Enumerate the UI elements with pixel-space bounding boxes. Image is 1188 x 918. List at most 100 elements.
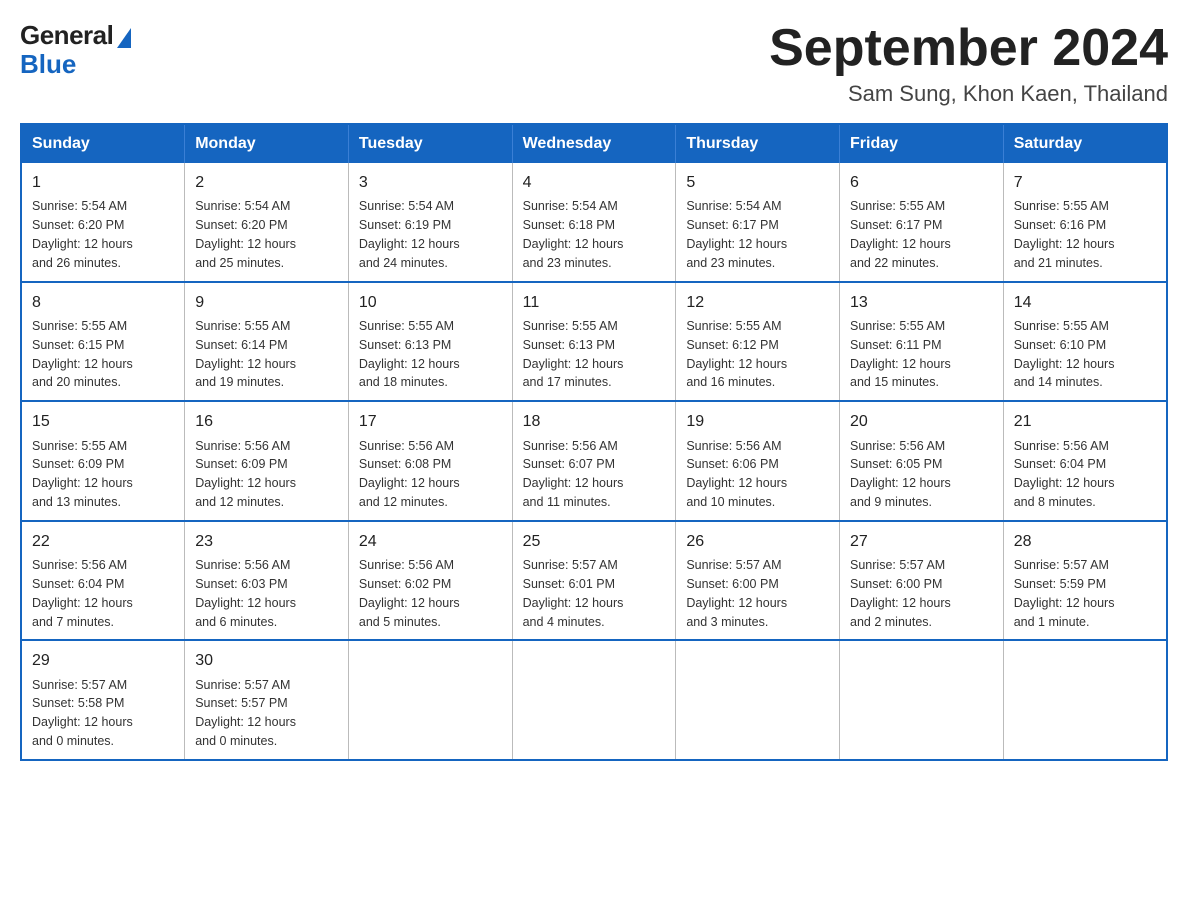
day-info: Sunrise: 5:56 AMSunset: 6:03 PMDaylight:… [195, 558, 296, 629]
day-info: Sunrise: 5:56 AMSunset: 6:04 PMDaylight:… [32, 558, 133, 629]
day-info: Sunrise: 5:55 AMSunset: 6:17 PMDaylight:… [850, 199, 951, 270]
day-number: 20 [850, 410, 993, 433]
day-info: Sunrise: 5:56 AMSunset: 6:04 PMDaylight:… [1014, 439, 1115, 510]
week-row-1: 1 Sunrise: 5:54 AMSunset: 6:20 PMDayligh… [21, 163, 1167, 282]
day-number: 19 [686, 410, 829, 433]
day-info: Sunrise: 5:54 AMSunset: 6:20 PMDaylight:… [32, 199, 133, 270]
day-number: 10 [359, 291, 502, 314]
day-cell: 17 Sunrise: 5:56 AMSunset: 6:08 PMDaylig… [348, 401, 512, 521]
day-number: 25 [523, 530, 666, 553]
day-cell [348, 640, 512, 760]
day-cell: 15 Sunrise: 5:55 AMSunset: 6:09 PMDaylig… [21, 401, 185, 521]
day-info: Sunrise: 5:56 AMSunset: 6:07 PMDaylight:… [523, 439, 624, 510]
day-info: Sunrise: 5:55 AMSunset: 6:11 PMDaylight:… [850, 319, 951, 390]
day-info: Sunrise: 5:55 AMSunset: 6:12 PMDaylight:… [686, 319, 787, 390]
day-number: 9 [195, 291, 338, 314]
day-cell: 30 Sunrise: 5:57 AMSunset: 5:57 PMDaylig… [185, 640, 349, 760]
day-cell: 16 Sunrise: 5:56 AMSunset: 6:09 PMDaylig… [185, 401, 349, 521]
day-info: Sunrise: 5:56 AMSunset: 6:09 PMDaylight:… [195, 439, 296, 510]
day-number: 3 [359, 171, 502, 194]
day-cell: 29 Sunrise: 5:57 AMSunset: 5:58 PMDaylig… [21, 640, 185, 760]
day-number: 21 [1014, 410, 1156, 433]
day-cell: 28 Sunrise: 5:57 AMSunset: 5:59 PMDaylig… [1003, 521, 1167, 641]
header-row: SundayMondayTuesdayWednesdayThursdayFrid… [21, 124, 1167, 163]
day-cell: 5 Sunrise: 5:54 AMSunset: 6:17 PMDayligh… [676, 163, 840, 282]
day-number: 7 [1014, 171, 1156, 194]
column-header-sunday: Sunday [21, 124, 185, 163]
day-info: Sunrise: 5:57 AMSunset: 5:57 PMDaylight:… [195, 678, 296, 749]
day-number: 17 [359, 410, 502, 433]
logo-blue-text: Blue [20, 49, 76, 80]
day-number: 8 [32, 291, 174, 314]
calendar-table: SundayMondayTuesdayWednesdayThursdayFrid… [20, 123, 1168, 761]
column-header-friday: Friday [840, 124, 1004, 163]
day-info: Sunrise: 5:55 AMSunset: 6:13 PMDaylight:… [359, 319, 460, 390]
day-info: Sunrise: 5:55 AMSunset: 6:14 PMDaylight:… [195, 319, 296, 390]
column-header-tuesday: Tuesday [348, 124, 512, 163]
week-row-5: 29 Sunrise: 5:57 AMSunset: 5:58 PMDaylig… [21, 640, 1167, 760]
day-cell: 26 Sunrise: 5:57 AMSunset: 6:00 PMDaylig… [676, 521, 840, 641]
day-number: 24 [359, 530, 502, 553]
week-row-4: 22 Sunrise: 5:56 AMSunset: 6:04 PMDaylig… [21, 521, 1167, 641]
logo: General Blue [20, 20, 131, 80]
day-cell: 2 Sunrise: 5:54 AMSunset: 6:20 PMDayligh… [185, 163, 349, 282]
day-number: 6 [850, 171, 993, 194]
day-cell: 24 Sunrise: 5:56 AMSunset: 6:02 PMDaylig… [348, 521, 512, 641]
day-cell [512, 640, 676, 760]
day-info: Sunrise: 5:55 AMSunset: 6:13 PMDaylight:… [523, 319, 624, 390]
week-row-3: 15 Sunrise: 5:55 AMSunset: 6:09 PMDaylig… [21, 401, 1167, 521]
day-cell: 25 Sunrise: 5:57 AMSunset: 6:01 PMDaylig… [512, 521, 676, 641]
day-number: 29 [32, 649, 174, 672]
day-number: 23 [195, 530, 338, 553]
day-cell: 6 Sunrise: 5:55 AMSunset: 6:17 PMDayligh… [840, 163, 1004, 282]
day-cell: 27 Sunrise: 5:57 AMSunset: 6:00 PMDaylig… [840, 521, 1004, 641]
column-header-thursday: Thursday [676, 124, 840, 163]
day-cell [676, 640, 840, 760]
day-cell: 11 Sunrise: 5:55 AMSunset: 6:13 PMDaylig… [512, 282, 676, 402]
day-cell: 12 Sunrise: 5:55 AMSunset: 6:12 PMDaylig… [676, 282, 840, 402]
day-cell: 9 Sunrise: 5:55 AMSunset: 6:14 PMDayligh… [185, 282, 349, 402]
day-cell: 3 Sunrise: 5:54 AMSunset: 6:19 PMDayligh… [348, 163, 512, 282]
day-info: Sunrise: 5:57 AMSunset: 6:00 PMDaylight:… [686, 558, 787, 629]
day-number: 16 [195, 410, 338, 433]
day-cell: 4 Sunrise: 5:54 AMSunset: 6:18 PMDayligh… [512, 163, 676, 282]
column-header-wednesday: Wednesday [512, 124, 676, 163]
day-cell: 23 Sunrise: 5:56 AMSunset: 6:03 PMDaylig… [185, 521, 349, 641]
calendar-subtitle: Sam Sung, Khon Kaen, Thailand [769, 81, 1168, 107]
day-info: Sunrise: 5:57 AMSunset: 6:00 PMDaylight:… [850, 558, 951, 629]
day-cell: 10 Sunrise: 5:55 AMSunset: 6:13 PMDaylig… [348, 282, 512, 402]
day-number: 22 [32, 530, 174, 553]
day-cell: 21 Sunrise: 5:56 AMSunset: 6:04 PMDaylig… [1003, 401, 1167, 521]
day-cell: 1 Sunrise: 5:54 AMSunset: 6:20 PMDayligh… [21, 163, 185, 282]
day-number: 4 [523, 171, 666, 194]
day-cell: 13 Sunrise: 5:55 AMSunset: 6:11 PMDaylig… [840, 282, 1004, 402]
day-cell: 7 Sunrise: 5:55 AMSunset: 6:16 PMDayligh… [1003, 163, 1167, 282]
day-cell: 19 Sunrise: 5:56 AMSunset: 6:06 PMDaylig… [676, 401, 840, 521]
day-number: 26 [686, 530, 829, 553]
column-header-monday: Monday [185, 124, 349, 163]
day-cell: 14 Sunrise: 5:55 AMSunset: 6:10 PMDaylig… [1003, 282, 1167, 402]
day-info: Sunrise: 5:56 AMSunset: 6:06 PMDaylight:… [686, 439, 787, 510]
day-info: Sunrise: 5:55 AMSunset: 6:09 PMDaylight:… [32, 439, 133, 510]
day-info: Sunrise: 5:54 AMSunset: 6:20 PMDaylight:… [195, 199, 296, 270]
day-info: Sunrise: 5:55 AMSunset: 6:16 PMDaylight:… [1014, 199, 1115, 270]
day-info: Sunrise: 5:56 AMSunset: 6:05 PMDaylight:… [850, 439, 951, 510]
logo-general-text: General [20, 20, 113, 51]
day-number: 15 [32, 410, 174, 433]
day-info: Sunrise: 5:57 AMSunset: 5:59 PMDaylight:… [1014, 558, 1115, 629]
day-info: Sunrise: 5:55 AMSunset: 6:10 PMDaylight:… [1014, 319, 1115, 390]
day-info: Sunrise: 5:57 AMSunset: 6:01 PMDaylight:… [523, 558, 624, 629]
day-cell [1003, 640, 1167, 760]
week-row-2: 8 Sunrise: 5:55 AMSunset: 6:15 PMDayligh… [21, 282, 1167, 402]
day-number: 14 [1014, 291, 1156, 314]
day-number: 12 [686, 291, 829, 314]
day-cell: 22 Sunrise: 5:56 AMSunset: 6:04 PMDaylig… [21, 521, 185, 641]
day-number: 28 [1014, 530, 1156, 553]
column-header-saturday: Saturday [1003, 124, 1167, 163]
day-number: 1 [32, 171, 174, 194]
day-number: 2 [195, 171, 338, 194]
day-number: 30 [195, 649, 338, 672]
day-number: 13 [850, 291, 993, 314]
logo-triangle-icon [117, 28, 131, 48]
day-cell [840, 640, 1004, 760]
